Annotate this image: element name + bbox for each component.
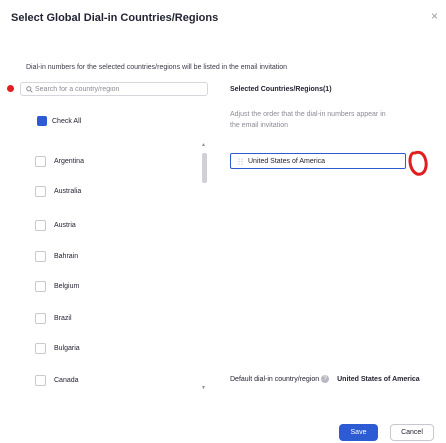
- scrollbar-thumb[interactable]: [202, 153, 207, 183]
- check-all-checkbox[interactable]: Check All: [37, 115, 81, 127]
- scroll-up-icon[interactable]: ▲: [201, 143, 206, 148]
- checkbox[interactable]: [35, 280, 46, 292]
- country-item-australia[interactable]: Australia: [35, 185, 81, 197]
- checkbox-checked-icon: [37, 116, 47, 126]
- annotation-circle-icon: [408, 150, 428, 176]
- country-item-belgium[interactable]: Belgium: [35, 280, 79, 292]
- checkbox[interactable]: [35, 312, 46, 324]
- country-label: Australia: [54, 187, 82, 195]
- cancel-button[interactable]: Cancel: [390, 424, 434, 441]
- scroll-down-icon[interactable]: ▼: [201, 386, 206, 391]
- country-item-argentina[interactable]: Argentina: [35, 155, 84, 167]
- save-button[interactable]: Save: [339, 424, 378, 441]
- country-item-brazil[interactable]: Brazil: [35, 312, 72, 324]
- search-box[interactable]: [20, 82, 208, 96]
- selected-countries-heading: Selected Countries/Regions(1): [230, 86, 332, 93]
- country-label: Brazil: [54, 314, 72, 322]
- country-label: Austria: [54, 221, 76, 229]
- dial-in-info-text: Dial-in numbers for the selected countri…: [26, 64, 288, 71]
- checkbox[interactable]: [35, 374, 46, 386]
- country-item-austria[interactable]: Austria: [35, 219, 76, 231]
- default-region-label: Default dial-in country/region: [230, 376, 320, 383]
- check-all-label: Check All: [52, 117, 82, 125]
- info-icon[interactable]: ?: [321, 375, 330, 384]
- country-label: Canada: [54, 376, 79, 384]
- country-item-bahrain[interactable]: Bahrain: [35, 250, 78, 262]
- country-label: Bulgaria: [54, 344, 80, 352]
- country-label: Belgium: [54, 282, 80, 290]
- checkbox[interactable]: [35, 185, 46, 197]
- checkbox[interactable]: [35, 219, 46, 231]
- default-region-value: United States of America: [337, 376, 420, 383]
- dialog-title: Select Global Dial-in Countries/Regions: [11, 12, 219, 24]
- default-region-line: Default dial-in country/region? United St…: [230, 374, 442, 386]
- order-hint-text: Adjust the order that the dial-in number…: [230, 111, 386, 129]
- checkbox[interactable]: [35, 342, 46, 354]
- checkbox[interactable]: [35, 155, 46, 167]
- search-input[interactable]: [35, 84, 205, 95]
- search-icon: [26, 86, 33, 93]
- checkbox[interactable]: [35, 250, 46, 262]
- selected-country-label: United States of America: [248, 157, 326, 165]
- country-list: Argentina Australia Austria Bahrain Belg…: [20, 142, 210, 392]
- close-icon[interactable]: ×: [431, 10, 438, 22]
- selected-country-item[interactable]: United States of America: [230, 153, 406, 169]
- country-item-bulgaria[interactable]: Bulgaria: [35, 342, 80, 354]
- country-label: Bahrain: [54, 252, 79, 260]
- country-item-canada[interactable]: Canada: [35, 374, 79, 386]
- annotation-marker-dot: [7, 85, 14, 92]
- drag-handle-icon[interactable]: [238, 157, 243, 165]
- country-label: Argentina: [54, 157, 84, 165]
